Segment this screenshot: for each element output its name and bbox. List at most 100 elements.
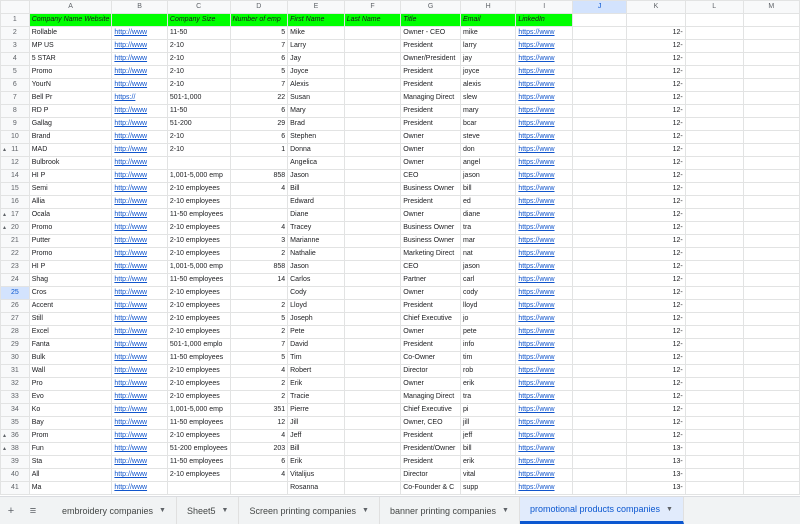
cell-g[interactable]: Owner — [400, 377, 461, 391]
cell-l[interactable] — [684, 65, 744, 79]
cell-d[interactable]: 5 — [229, 312, 289, 326]
cell-f[interactable] — [343, 390, 402, 404]
cell-k[interactable]: 12- — [626, 26, 686, 40]
cell-i[interactable]: https://www — [515, 351, 574, 365]
cell-h[interactable]: info — [459, 338, 517, 352]
cell-e[interactable]: Jeff — [287, 429, 345, 443]
cell-l[interactable] — [684, 143, 744, 157]
cell-e[interactable]: Angelica — [287, 156, 345, 170]
cell-a[interactable]: Promo — [28, 221, 113, 235]
cell-c[interactable]: 51-200 employees — [166, 442, 231, 456]
cell-g[interactable]: Owner, CEO — [400, 416, 461, 430]
cell-g[interactable]: Owner — [400, 156, 461, 170]
cell-f[interactable] — [343, 78, 402, 92]
cell-b[interactable]: http://www — [111, 156, 168, 170]
cell-m[interactable] — [742, 455, 800, 469]
cell-a[interactable]: Semi — [28, 182, 113, 196]
cell-i[interactable]: https://www — [515, 247, 574, 261]
header-cell[interactable]: Company Size — [166, 13, 231, 27]
cell-f[interactable] — [343, 182, 402, 196]
cell-g[interactable]: President — [400, 117, 461, 131]
cell-j[interactable] — [572, 117, 628, 131]
sheet-tab[interactable]: embroidery companies ▼ — [52, 497, 177, 524]
cell-g[interactable]: Business Owner — [400, 221, 461, 235]
cell-c[interactable]: 11-50 employees — [166, 208, 231, 222]
cell-e[interactable]: Marianne — [287, 234, 345, 248]
cell-b[interactable]: http://www — [111, 260, 168, 274]
data-table[interactable]: ABCDEFGHIJKLM 1 Company Name Website Compa… — [0, 0, 800, 495]
cell-b[interactable]: http://www — [111, 117, 168, 131]
row-number[interactable]: 3 — [0, 39, 30, 53]
cell-b[interactable]: http://www — [111, 455, 168, 469]
cell-d[interactable]: 7 — [229, 338, 289, 352]
menu-icon[interactable]: ≡ — [22, 505, 44, 517]
header-cell[interactable] — [742, 13, 800, 27]
cell-f[interactable] — [343, 117, 402, 131]
cell-a[interactable]: Fanta — [28, 338, 113, 352]
cell-d[interactable] — [229, 208, 289, 222]
cell-c[interactable] — [166, 481, 231, 495]
cell-f[interactable] — [343, 468, 402, 482]
cell-k[interactable]: 12- — [626, 364, 686, 378]
cell-m[interactable] — [742, 247, 800, 261]
cell-b[interactable]: http://www — [111, 221, 168, 235]
cell-f[interactable] — [343, 104, 402, 118]
cell-a[interactable]: Cros — [28, 286, 113, 300]
cell-g[interactable]: President — [400, 299, 461, 313]
column-header-f[interactable]: F — [343, 0, 402, 14]
cell-k[interactable]: 12- — [626, 208, 686, 222]
cell-h[interactable]: alexis — [459, 78, 517, 92]
cell-h[interactable]: jeff — [459, 429, 517, 443]
cell-a[interactable]: Brand — [28, 130, 113, 144]
cell-f[interactable] — [343, 130, 402, 144]
cell-h[interactable]: erik — [459, 455, 517, 469]
cell-f[interactable] — [343, 416, 402, 430]
cell-e[interactable]: Larry — [287, 39, 345, 53]
cell-b[interactable]: http://www — [111, 273, 168, 287]
cell-g[interactable]: Owner — [400, 325, 461, 339]
cell-l[interactable] — [684, 312, 744, 326]
cell-d[interactable] — [229, 195, 289, 209]
cell-j[interactable] — [572, 26, 628, 40]
cell-m[interactable] — [742, 351, 800, 365]
cell-c[interactable]: 11-50 employees — [166, 416, 231, 430]
cell-h[interactable]: joyce — [459, 65, 517, 79]
cell-b[interactable]: http://www — [111, 299, 168, 313]
row-number[interactable]: 20 — [0, 221, 30, 235]
row-number[interactable]: 24 — [0, 273, 30, 287]
row-number[interactable]: 1 — [0, 13, 30, 27]
row-number[interactable]: 32 — [0, 377, 30, 391]
cell-i[interactable]: https://www — [515, 130, 574, 144]
cell-h[interactable]: bill — [459, 442, 517, 456]
cell-j[interactable] — [572, 39, 628, 53]
cell-c[interactable]: 501-1,000 — [166, 91, 231, 105]
row-number[interactable]: 33 — [0, 390, 30, 404]
cell-l[interactable] — [684, 182, 744, 196]
cell-m[interactable] — [742, 52, 800, 66]
cell-e[interactable]: Mike — [287, 26, 345, 40]
cell-g[interactable]: President — [400, 78, 461, 92]
cell-g[interactable]: President — [400, 104, 461, 118]
cell-i[interactable]: https://www — [515, 364, 574, 378]
cell-b[interactable]: http://www — [111, 468, 168, 482]
row-number[interactable]: 31 — [0, 364, 30, 378]
cell-e[interactable]: Diane — [287, 208, 345, 222]
cell-k[interactable]: 12- — [626, 325, 686, 339]
cell-l[interactable] — [684, 403, 744, 417]
cell-j[interactable] — [572, 390, 628, 404]
cell-e[interactable]: Susan — [287, 91, 345, 105]
spreadsheet-grid[interactable]: ABCDEFGHIJKLM 1 Company Name Website Compa… — [0, 0, 800, 496]
cell-f[interactable] — [343, 39, 402, 53]
cell-i[interactable]: https://www — [515, 39, 574, 53]
cell-j[interactable] — [572, 234, 628, 248]
cell-k[interactable]: 12- — [626, 338, 686, 352]
cell-m[interactable] — [742, 221, 800, 235]
cell-a[interactable]: MP US — [28, 39, 113, 53]
column-header-b[interactable]: B — [111, 0, 168, 14]
cell-k[interactable]: 12- — [626, 143, 686, 157]
cell-h[interactable]: mike — [459, 26, 517, 40]
column-header-m[interactable]: M — [742, 0, 800, 14]
cell-i[interactable]: https://www — [515, 65, 574, 79]
cell-d[interactable]: 2 — [229, 390, 289, 404]
cell-a[interactable]: Promo — [28, 65, 113, 79]
